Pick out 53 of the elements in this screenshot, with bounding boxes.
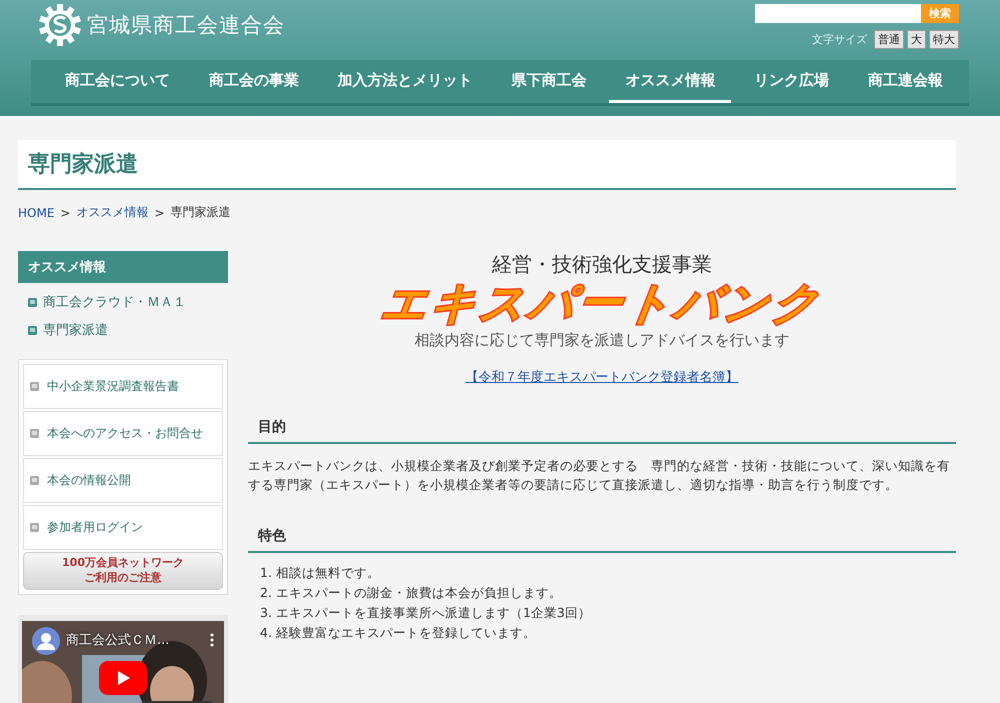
search-field[interactable] <box>755 4 921 23</box>
bullet-icon <box>28 298 37 306</box>
font-size-button[interactable]: 大 <box>907 30 926 49</box>
breadcrumb-separator: > <box>154 206 165 220</box>
tagline: 相談内容に応じて専門家を派遣しアドバイスを行います <box>414 330 790 350</box>
sidebar-link[interactable]: 専門家派遣 <box>28 321 218 339</box>
list-item: エキスパートを直接事業所へ派遣します（1企業3回） <box>276 604 591 622</box>
sidebar-link[interactable]: 商工会クラウド・ＭＡ１ <box>28 293 218 311</box>
video-title[interactable]: 商工会公式ＣＭ... <box>66 630 170 649</box>
play-button-icon[interactable] <box>99 660 147 695</box>
section-paragraph: エキスパートバンクは、小規模企業者及び創業予定者の必要とする 専門的な経営・技術・技能について、深い知識を有する専門家（エキスパート）を小規模企業者等の要請に応じて直接派遣し、適切な指導・助言を行う制度です。 <box>248 456 951 494</box>
nav-tab[interactable]: 県下商工会 <box>495 60 602 103</box>
bullet-icon <box>30 382 39 391</box>
list-item: 経験豊富なエキスパートを登録しています。 <box>276 624 536 642</box>
bullet-icon <box>30 476 39 485</box>
list-item: 相談は無料です。 <box>276 564 380 582</box>
list-number: 1. <box>260 564 272 582</box>
subtitle: 経営・技術強化支援事業 <box>492 251 712 278</box>
breadcrumb-link[interactable]: オススメ情報 <box>76 204 148 221</box>
nav-tab[interactable]: オススメ情報 <box>609 60 732 103</box>
sidebar-menu-item[interactable]: 参加者用ログイン <box>23 505 223 550</box>
sidebar-menu-item[interactable]: 本会へのアクセス・お問合せ <box>23 411 223 456</box>
font-size-label: 文字サイズ <box>812 32 867 47</box>
avatar-icon <box>32 626 60 655</box>
section-heading: 特色 <box>248 526 956 553</box>
list-number: 3. <box>260 604 272 622</box>
breadcrumb-link[interactable]: HOME <box>18 206 54 220</box>
site-title[interactable]: 宮城県商工会連合会 <box>87 11 285 39</box>
page-title: 専門家派遣 <box>28 150 138 179</box>
font-size-button[interactable]: 特大 <box>929 30 959 49</box>
section-heading: 目的 <box>248 418 956 444</box>
sidebar-menu-item[interactable]: 本会の情報公開 <box>23 458 223 503</box>
nav-tab[interactable]: リンク広場 <box>738 60 846 103</box>
bullet-icon <box>30 429 39 438</box>
bullet-icon <box>28 326 37 334</box>
logo-text: エキスパートバンク <box>378 278 826 331</box>
list-number: 2. <box>260 584 272 602</box>
notice-button[interactable]: 100万会員ネットワーク ご利用のご注意 <box>23 552 223 590</box>
roster-link[interactable]: 【令和７年度エキスパートバンク登録者名簿】 <box>466 368 738 386</box>
list-item: エキスパートの謝金・旅費は本会が負担します。 <box>276 584 562 602</box>
more-icon[interactable] <box>210 632 214 647</box>
current-page-label: 専門家派遣 <box>170 204 231 221</box>
gear-logo-icon <box>39 4 81 46</box>
nav-tab[interactable]: 商工連会報 <box>852 60 959 103</box>
font-size-button[interactable]: 普通 <box>874 30 904 49</box>
nav-tab[interactable]: 商工会について <box>49 60 186 103</box>
list-number: 4. <box>260 624 272 642</box>
bullet-icon <box>30 523 39 532</box>
nav-tab[interactable]: 加入方法とメリット <box>322 60 489 103</box>
nav-tab[interactable]: 商工会の事業 <box>192 60 315 103</box>
breadcrumb-separator: > <box>60 206 70 220</box>
sidebar-heading: オススメ情報 <box>18 251 228 283</box>
sidebar-menu-item[interactable]: 中小企業景況調査報告書 <box>23 364 223 409</box>
